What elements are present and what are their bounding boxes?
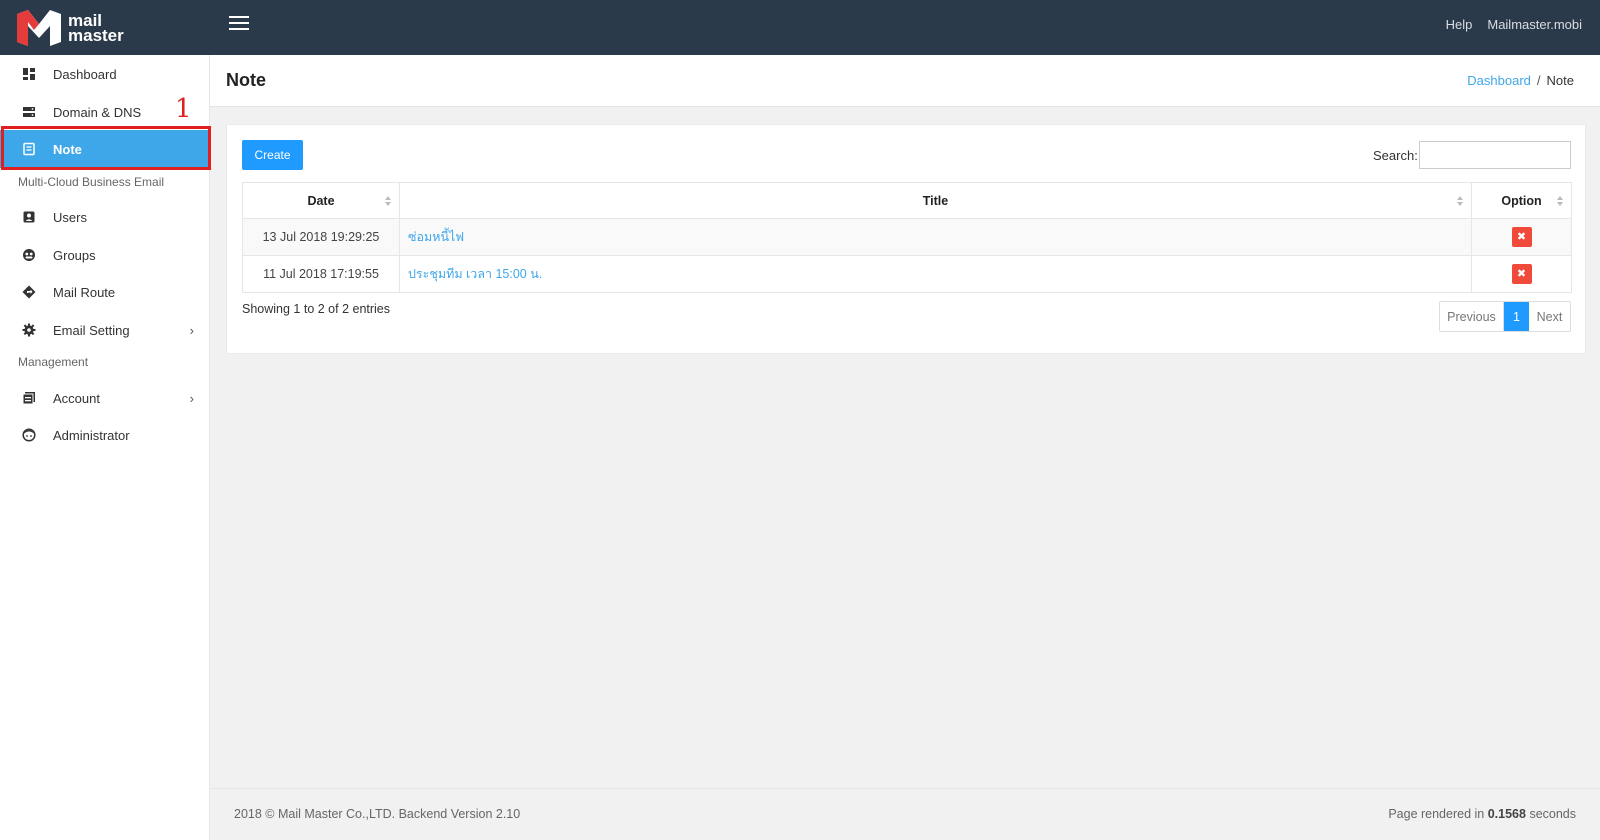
note-date: 11 Jul 2018 17:19:55 [242,255,400,293]
delete-icon[interactable]: ✖ [1511,227,1532,247]
sidebar-item-label: Email Setting [53,322,130,338]
column-header-date[interactable]: Date [242,182,400,219]
footer-copyright: 2018 © Mail Master Co.,LTD. Backend Vers… [234,807,521,821]
sidebar-item-label: Domain & DNS [53,104,142,120]
create-button[interactable]: Create [242,140,303,170]
sort-icon [385,196,392,208]
sidebar-item-administrator[interactable]: Administrator [0,416,210,454]
search-label: Search: [1373,148,1418,163]
gear-icon [22,323,36,337]
entries-info: Showing 1 to 2 of 2 entries [242,302,391,316]
annotation-box-note [1,126,211,170]
page-header: Note Dashboard / Note [210,55,1600,107]
breadcrumb-separator: / [1536,73,1541,88]
note-title-link[interactable]: ซ่อมหนี้ไฟ [408,230,464,244]
sort-icon [1457,196,1464,208]
brand-line-2: master [68,26,124,45]
breadcrumb-dashboard-link[interactable]: Dashboard [1467,73,1531,88]
sidebar-item-account[interactable]: Account › [0,379,210,417]
site-link[interactable]: Mailmaster.mobi [1487,17,1582,32]
note-date: 13 Jul 2018 19:29:25 [242,218,400,256]
chevron-right-icon: › [189,390,194,406]
footer-render-time: Page rendered in 0.1568 seconds [1388,807,1576,821]
notes-table: Date Title Option 13 Jul 2018 19:29:25 ซ… [242,182,1572,293]
pagination-page-1[interactable]: 1 [1504,302,1529,331]
hamburger-menu-icon[interactable] [229,16,249,32]
sidebar-item-dashboard[interactable]: Dashboard [0,55,210,93]
sidebar-item-email-setting[interactable]: Email Setting › [0,311,210,349]
sidebar-item-label: Dashboard [53,66,117,82]
dashboard-icon [23,68,35,80]
chevron-right-icon: › [189,322,194,338]
page-title: Note [226,70,266,90]
route-icon [22,285,36,299]
breadcrumb-current: Note [1546,73,1574,88]
breadcrumb: Dashboard / Note [1467,73,1574,88]
search-input[interactable] [1419,141,1571,169]
sidebar-item-users[interactable]: Users [0,198,210,236]
sidebar-item-label: Groups [53,247,96,263]
sidebar-item-label: Administrator [53,427,130,443]
server-icon [23,107,35,117]
mailmaster-logo-icon [17,10,61,46]
sidebar-item-label: Users [53,209,87,225]
note-title-link[interactable]: ประชุมทีม เวลา 15:00 น. [408,267,542,281]
column-header-option[interactable]: Option [1471,182,1572,219]
annotation-marker-1: 1 [175,94,192,124]
footer: 2018 © Mail Master Co.,LTD. Backend Vers… [210,788,1600,840]
sidebar-item-mail-route[interactable]: Mail Route [0,273,210,311]
table-header-row: Date Title Option [242,182,1572,219]
sidebar-item-label: Mail Route [53,284,116,300]
delete-icon[interactable]: ✖ [1511,264,1532,284]
sidebar-item-groups[interactable]: Groups [0,236,210,274]
group-icon [23,249,35,261]
account-icon [22,392,35,405]
sidebar-item-label: Account [53,390,100,406]
section-label-cloud: Multi-Cloud Business Email [18,175,165,189]
help-link[interactable]: Help [1446,17,1473,32]
top-navbar: mail master Help Mailmaster.mobi [0,0,1600,55]
sort-icon [1557,196,1564,208]
brand-logo[interactable]: mail master [14,7,134,49]
pagination: Previous 1 Next [1439,301,1571,332]
table-row: 11 Jul 2018 17:19:55 ประชุมทีม เวลา 15:0… [242,255,1572,293]
sidebar: Dashboard Domain & DNS Note Multi-Cloud … [0,55,210,840]
pagination-next-button[interactable]: Next [1529,302,1570,331]
user-icon [23,211,35,223]
pagination-previous-button[interactable]: Previous [1440,302,1504,331]
column-header-title[interactable]: Title [399,182,1472,219]
table-row: 13 Jul 2018 19:29:25 ซ่อมหนี้ไฟ ✖ [242,218,1572,256]
notes-panel: Create Search: Date Title Option 13 Jul … [226,124,1586,354]
section-label-management: Management [18,355,89,369]
admin-icon [22,428,36,442]
